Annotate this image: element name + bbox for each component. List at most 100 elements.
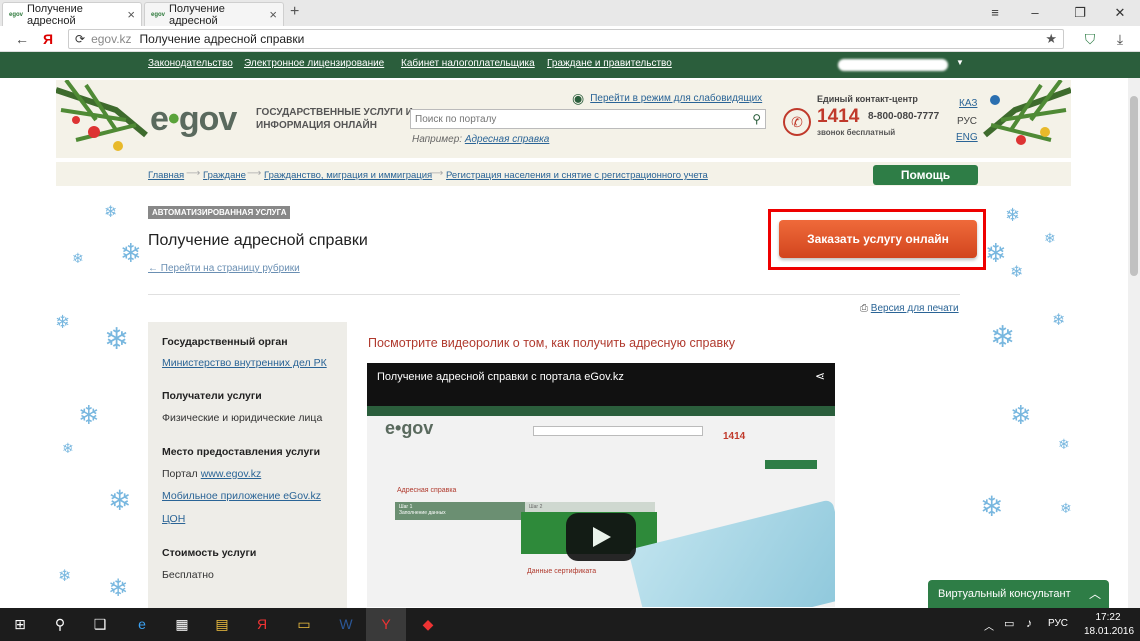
close-icon[interactable]: ×	[127, 7, 135, 22]
back-to-category-link[interactable]: ← Перейти на страницу рубрики	[148, 263, 300, 274]
service-info-panel: Государственный орган Министерство внутр…	[148, 322, 347, 612]
search-icon[interactable]: ⚲	[40, 608, 80, 641]
maximize-icon[interactable]: ❐	[1065, 3, 1095, 23]
page-scrollbar[interactable]	[1128, 78, 1140, 608]
arrow-right-icon: ⟶	[186, 168, 201, 179]
close-window-icon[interactable]: ✕	[1105, 3, 1135, 23]
browser-tab-1[interactable]: egov Получение адресной ×	[2, 2, 142, 27]
yandex-icon[interactable]: Я	[38, 29, 58, 49]
video-frame-section: Адресная справка	[397, 487, 457, 494]
task-view-icon[interactable]: ❑	[80, 608, 120, 641]
protect-shield-icon[interactable]: ⛉	[1080, 29, 1100, 49]
edge-browser-icon[interactable]: e	[122, 608, 162, 641]
new-tab-button[interactable]: +	[290, 3, 299, 21]
video-title[interactable]: Получение адресной справки с портала eGo…	[377, 371, 624, 383]
download-icon[interactable]: ⤓	[1110, 29, 1130, 49]
egov-logo[interactable]: e•gov	[150, 100, 237, 139]
cost-heading: Стоимость услуги	[162, 547, 257, 559]
snowflake-icon: ❄	[980, 491, 1004, 522]
place-link-egov[interactable]: www.egov.kz	[201, 468, 262, 480]
url-title: Получение адресной справки	[139, 32, 305, 46]
christmas-branch-decoration	[983, 80, 1071, 145]
recipients-text: Физические и юридические лица	[162, 412, 323, 424]
yandex-folder-icon[interactable]: ▤	[202, 608, 242, 641]
file-explorer-icon[interactable]: ▭	[284, 608, 324, 641]
chevron-up-icon: ︿	[1088, 587, 1101, 601]
bookmark-star-icon[interactable]: ★	[1045, 31, 1057, 47]
breadcrumb-registration[interactable]: Регистрация населения и снятие с регистр…	[446, 170, 708, 181]
breadcrumb-citizens[interactable]: Граждане	[203, 170, 246, 181]
video-frame-step1-sub: Заполнение данных	[399, 510, 446, 516]
chevron-down-icon[interactable]: ▼	[956, 58, 964, 67]
user-name-redacted[interactable]	[838, 59, 948, 71]
share-icon[interactable]: ⋖	[815, 369, 825, 383]
word-icon[interactable]: W	[326, 608, 366, 641]
org-link[interactable]: Министерство внутренних дел РК	[162, 357, 327, 369]
automated-service-badge: АВТОМАТИЗИРОВАННАЯ УСЛУГА	[148, 206, 291, 219]
snowflake-icon: ❄	[62, 440, 74, 456]
print-version-label[interactable]: Версия для печати	[871, 303, 959, 314]
close-icon[interactable]: ×	[269, 7, 277, 22]
scrollbar-thumb[interactable]	[1130, 96, 1138, 276]
tab-label: Получение адресной	[169, 2, 225, 27]
yandex-browser-icon[interactable]: Y	[366, 608, 406, 641]
phone-icon: ✆	[783, 108, 811, 136]
store-icon[interactable]: ▦	[162, 608, 202, 641]
example-link[interactable]: Адресная справка	[465, 134, 550, 145]
windows-taskbar: ⊞ ⚲ ❑ e ▦ ▤ Я ▭ W Y ◆ ︿ ▭ ♪ РУС 17:22 18…	[0, 608, 1140, 641]
topnav-link-licensing[interactable]: Электронное лицензирование	[244, 58, 384, 69]
snowflake-icon: ❄	[108, 485, 132, 516]
snowflake-icon: ❄	[78, 400, 100, 430]
video-frame-help	[765, 460, 817, 469]
tray-chevron-icon[interactable]: ︿	[984, 618, 994, 633]
lang-kaz[interactable]: КАЗ	[959, 98, 977, 109]
red-app-icon[interactable]: ◆	[408, 608, 448, 641]
topnav-link-citizens-government[interactable]: Граждане и правительство	[547, 58, 672, 69]
topnav-link-legislation[interactable]: Законодательство	[148, 58, 233, 69]
low-vision-label[interactable]: Перейти в режим для слабовидящих	[590, 93, 762, 104]
topnav-link-taxpayer[interactable]: Кабинет налогоплательщика	[401, 58, 535, 69]
snowflake-icon: ❄	[1058, 436, 1070, 452]
order-service-online-button[interactable]: Заказать услугу онлайн	[779, 220, 977, 258]
play-button[interactable]	[566, 513, 636, 561]
minimize-icon[interactable]: –	[1020, 3, 1050, 23]
divider	[148, 294, 960, 295]
browser-tab-2[interactable]: egov Получение адресной ×	[144, 2, 284, 27]
windows-start-icon[interactable]: ⊞	[0, 608, 40, 641]
snowflake-icon: ❄	[1060, 500, 1072, 516]
place-link-con[interactable]: ЦОН	[162, 513, 185, 525]
site-top-nav: Законодательство Электронное лицензирова…	[0, 52, 1140, 78]
place-portal: Портал www.egov.kz	[162, 468, 261, 480]
snowflake-icon: ❄	[1052, 312, 1066, 329]
search-input[interactable]	[411, 110, 731, 128]
phone-free-note: звонок бесплатный	[817, 128, 896, 137]
yandex-app-icon[interactable]: Я	[242, 608, 282, 641]
search-icon[interactable]: ⚲	[752, 112, 761, 126]
clock[interactable]: 17:22 18.01.2016	[1084, 611, 1134, 639]
clock-time: 17:22	[1095, 612, 1121, 623]
back-arrow-icon[interactable]: ←	[12, 29, 32, 49]
org-heading: Государственный орган	[162, 336, 288, 348]
place-link-mobile-app[interactable]: Мобильное приложение eGov.kz	[162, 490, 321, 502]
breadcrumb-home[interactable]: Главная	[148, 170, 184, 181]
input-language[interactable]: РУС	[1048, 618, 1068, 629]
volume-icon[interactable]: ♪	[1026, 616, 1032, 630]
reload-icon[interactable]: ⟳	[75, 32, 85, 46]
print-version-link[interactable]: ⎙ Версия для печати	[860, 303, 959, 314]
egov-favicon-icon: egov	[9, 11, 24, 18]
help-button[interactable]: Помощь	[873, 165, 978, 185]
video-frame-topnav	[367, 406, 835, 416]
video-player[interactable]: Получение адресной справки с портала eGo…	[367, 363, 835, 607]
example-label: Например:	[412, 134, 463, 145]
lang-eng[interactable]: ENG	[956, 132, 978, 143]
breadcrumb-citizenship[interactable]: Гражданство, миграция и иммиграция	[264, 170, 432, 181]
url-field[interactable]: ⟳ egov.kz Получение адресной справки ★	[68, 29, 1064, 49]
search-box: ⚲	[410, 109, 766, 129]
network-icon[interactable]: ▭	[1004, 617, 1014, 630]
video-frame-step1: Шаг 1 Заполнение данных	[395, 502, 525, 520]
menu-icon[interactable]: ≡	[980, 3, 1010, 23]
virtual-consultant-button[interactable]: Виртуальный консультант ︿	[928, 580, 1109, 608]
low-vision-link[interactable]: ◉ Перейти в режим для слабовидящих	[572, 90, 762, 107]
video-frame-phone: 1414	[723, 431, 746, 442]
place-heading: Место предоставления услуги	[162, 446, 321, 458]
